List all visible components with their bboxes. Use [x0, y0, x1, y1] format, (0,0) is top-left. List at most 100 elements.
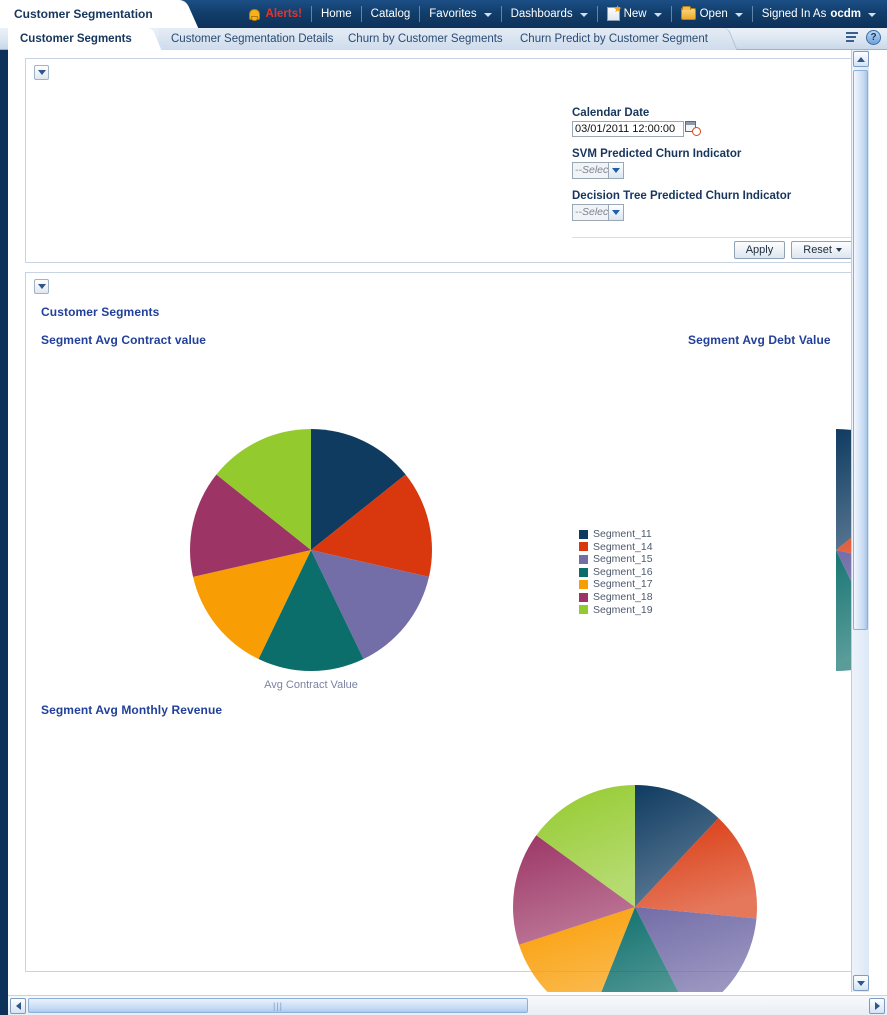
dashboard-body: Calendar Date SVM Predicted Churn Indica… [0, 50, 887, 1015]
legend-item-label: Segment_16 [593, 566, 653, 579]
scroll-right-button[interactable] [869, 998, 885, 1014]
chevron-down-icon [38, 284, 46, 289]
prompt-decision-tree-churn: Decision Tree Predicted Churn Indicator … [572, 190, 852, 221]
nav-open[interactable]: Open [672, 0, 752, 28]
chevron-down-icon [735, 13, 743, 17]
vertical-scrollbar-thumb[interactable] [853, 70, 868, 630]
folder-icon [681, 8, 696, 20]
nav-favorites-label: Favorites [429, 8, 476, 20]
nav-favorites[interactable]: Favorites [420, 0, 500, 28]
chart-title-avg-contract-value: Segment Avg Contract value [41, 333, 206, 347]
tab-label: Customer Segmentation Details [171, 33, 333, 45]
report-section: Customer Segments Segment Avg Contract v… [25, 272, 865, 972]
chevron-down-icon [38, 70, 46, 75]
prompt-svm-churn: SVM Predicted Churn Indicator --Selec [572, 148, 852, 179]
decision-tree-churn-label: Decision Tree Predicted Churn Indicator [572, 190, 852, 202]
nav-home[interactable]: Home [312, 0, 361, 28]
page-options-icon[interactable] [845, 31, 859, 45]
legend-color-swatch [579, 542, 588, 551]
prompt-fields: Calendar Date SVM Predicted Churn Indica… [572, 107, 852, 232]
nav-signed-in-as[interactable]: Signed In As ocdm [753, 0, 885, 28]
prompt-calendar-date: Calendar Date [572, 107, 852, 137]
tab-customer-segmentation-details[interactable]: Customer Segmentation Details [159, 28, 349, 50]
dashboard-title: Customer Segmentation [14, 7, 153, 21]
svm-churn-value: --Selec [573, 163, 608, 178]
tab-customer-segments[interactable]: Customer Segments [8, 28, 148, 50]
nav-new-label: New [624, 8, 647, 20]
decision-tree-churn-select[interactable]: --Selec [572, 204, 624, 221]
prompt-section: Calendar Date SVM Predicted Churn Indica… [25, 58, 865, 263]
nav-new[interactable]: New [598, 0, 671, 28]
tab-churn-predict-by-customer-segment[interactable]: Churn Predict by Customer Segment [508, 28, 724, 50]
legend-item-label: Segment_18 [593, 591, 653, 604]
chart-title-avg-monthly-revenue: Segment Avg Monthly Revenue [41, 703, 222, 717]
dashboard-content-pane: Calendar Date SVM Predicted Churn Indica… [8, 50, 869, 992]
reset-button[interactable]: Reset [791, 241, 854, 259]
chevron-down-icon [608, 163, 623, 178]
tab-strip-tools: ? [845, 30, 881, 45]
legend-item[interactable]: Segment_15 [579, 553, 653, 566]
legend-item-label: Segment_17 [593, 578, 653, 591]
user-name: ocdm [830, 8, 861, 20]
nav-alerts-label: Alerts! [263, 8, 302, 20]
scroll-up-button[interactable] [853, 51, 869, 67]
calendar-clock-icon[interactable] [685, 121, 701, 136]
pie-chart-avg-contract-value[interactable] [189, 428, 433, 672]
vertical-scrollbar[interactable] [851, 50, 869, 992]
legend-item[interactable]: Segment_17 [579, 578, 653, 591]
legend-item[interactable]: Segment_19 [579, 604, 653, 617]
scroll-down-button[interactable] [853, 975, 869, 991]
help-glyph: ? [870, 32, 876, 43]
report-section-title: Customer Segments [41, 305, 159, 319]
new-document-icon [607, 7, 620, 21]
legend-color-swatch [579, 530, 588, 539]
chevron-down-icon [654, 13, 662, 17]
global-nav: Alerts! Home Catalog Favorites Dashboard… [239, 0, 885, 28]
bell-icon [248, 8, 259, 21]
chevron-down-icon [484, 13, 492, 17]
apply-button[interactable]: Apply [734, 241, 786, 259]
chart-legend-avg-contract-value: Segment_11Segment_14Segment_15Segment_16… [579, 528, 653, 616]
calendar-date-label: Calendar Date [572, 107, 852, 119]
tab-label: Churn by Customer Segments [348, 33, 503, 45]
legend-item[interactable]: Segment_11 [579, 528, 653, 541]
collapse-report-section-button[interactable] [34, 279, 49, 294]
chart-title-avg-debt-value: Segment Avg Debt Value [688, 333, 831, 347]
horizontal-scrollbar-thumb[interactable]: ||| [28, 998, 528, 1013]
nav-alerts[interactable]: Alerts! [239, 0, 311, 28]
tab-churn-by-customer-segments[interactable]: Churn by Customer Segments [336, 28, 519, 50]
signed-in-label: Signed In As [762, 8, 827, 20]
pie-chart-avg-monthly-revenue[interactable] [511, 783, 759, 992]
nav-dashboards-label: Dashboards [511, 8, 573, 20]
chevron-down-icon [608, 205, 623, 220]
nav-dashboards[interactable]: Dashboards [502, 0, 597, 28]
legend-item[interactable]: Segment_16 [579, 566, 653, 579]
legend-item-label: Segment_15 [593, 553, 653, 566]
collapse-prompt-section-button[interactable] [34, 65, 49, 80]
help-icon[interactable]: ? [866, 30, 881, 45]
nav-catalog[interactable]: Catalog [362, 0, 420, 28]
nav-open-label: Open [700, 8, 728, 20]
legend-item-label: Segment_11 [593, 528, 652, 541]
reset-button-label: Reset [803, 244, 832, 256]
legend-color-swatch [579, 568, 588, 577]
legend-item[interactable]: Segment_14 [579, 541, 653, 554]
calendar-date-input[interactable] [572, 121, 684, 137]
legend-item[interactable]: Segment_18 [579, 591, 653, 604]
apply-button-label: Apply [746, 244, 774, 256]
horizontal-scrollbar[interactable]: ||| [8, 995, 887, 1015]
legend-color-swatch [579, 593, 588, 602]
svm-churn-label: SVM Predicted Churn Indicator [572, 148, 852, 160]
chevron-down-icon [868, 13, 876, 17]
legend-item-label: Segment_14 [593, 541, 653, 554]
chevron-down-icon [836, 248, 842, 252]
svm-churn-select[interactable]: --Selec [572, 162, 624, 179]
chart-footer-avg-contract-value: Avg Contract Value [189, 679, 433, 691]
legend-color-swatch [579, 580, 588, 589]
prompt-divider [572, 237, 856, 238]
chevron-down-icon [580, 13, 588, 17]
legend-color-swatch [579, 605, 588, 614]
dashboard-title-tab[interactable]: Customer Segmentation [0, 0, 179, 28]
scroll-left-button[interactable] [10, 998, 26, 1014]
dashboard-page: Customer Segmentation Alerts! Home Catal… [0, 0, 887, 1015]
